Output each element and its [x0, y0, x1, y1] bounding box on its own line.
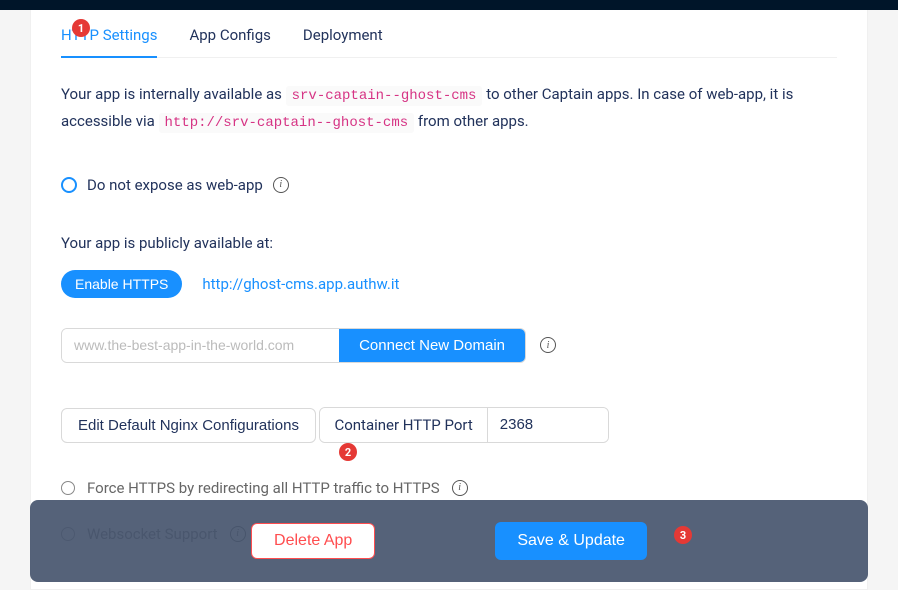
force-https-label: Force HTTPS by redirecting all HTTP traf… — [87, 479, 440, 497]
desc-text: Your app is internally available as — [61, 85, 286, 103]
top-navbar — [0, 0, 898, 10]
do-not-expose-radio[interactable] — [61, 177, 77, 193]
http-settings-content: Your app is internally available as srv-… — [61, 58, 837, 543]
delete-app-button[interactable]: Delete App — [251, 523, 375, 559]
tab-deployment[interactable]: Deployment — [303, 14, 383, 58]
force-https-radio[interactable] — [61, 481, 75, 495]
annotation-1: 1 — [72, 19, 90, 37]
service-name-code: srv-captain--ghost-cms — [286, 86, 483, 106]
service-url-code: http://srv-captain--ghost-cms — [159, 113, 415, 133]
do-not-expose-label: Do not expose as web-app — [87, 176, 263, 194]
domain-input-group: Connect New Domain — [61, 328, 526, 363]
edit-nginx-button[interactable]: Edit Default Nginx Configurations — [61, 408, 316, 443]
tab-app-configs[interactable]: App Configs — [189, 14, 270, 58]
annotation-3: 3 — [674, 526, 692, 544]
tabs-bar: HTTP Settings App Configs Deployment — [61, 10, 837, 58]
new-domain-input[interactable] — [62, 329, 339, 362]
public-label: Your app is publicly available at: — [61, 234, 837, 252]
info-icon[interactable]: i — [273, 177, 289, 193]
force-https-row: Force HTTPS by redirecting all HTTP traf… — [61, 479, 837, 497]
save-update-button[interactable]: Save & Update — [495, 522, 647, 560]
internal-availability-desc: Your app is internally available as srv-… — [61, 82, 837, 136]
container-port-input[interactable] — [488, 408, 608, 442]
container-port-label: Container HTTP Port — [320, 408, 487, 442]
annotation-2: 2 — [339, 443, 357, 461]
action-bar-overlay: Delete App Save & Update — [30, 500, 868, 582]
container-port-group: Container HTTP Port — [319, 407, 608, 443]
connect-domain-button[interactable]: Connect New Domain — [339, 329, 525, 362]
enable-https-button[interactable]: Enable HTTPS — [61, 270, 182, 298]
domain-row: Connect New Domain i — [61, 328, 837, 363]
https-row: Enable HTTPS http://ghost-cms.app.authw.… — [61, 270, 837, 298]
expose-row: Do not expose as web-app i — [61, 176, 837, 194]
info-icon[interactable]: i — [540, 337, 556, 353]
public-url-link[interactable]: http://ghost-cms.app.authw.it — [202, 275, 399, 293]
info-icon[interactable]: i — [452, 480, 468, 496]
desc-text: from other apps. — [418, 112, 529, 130]
